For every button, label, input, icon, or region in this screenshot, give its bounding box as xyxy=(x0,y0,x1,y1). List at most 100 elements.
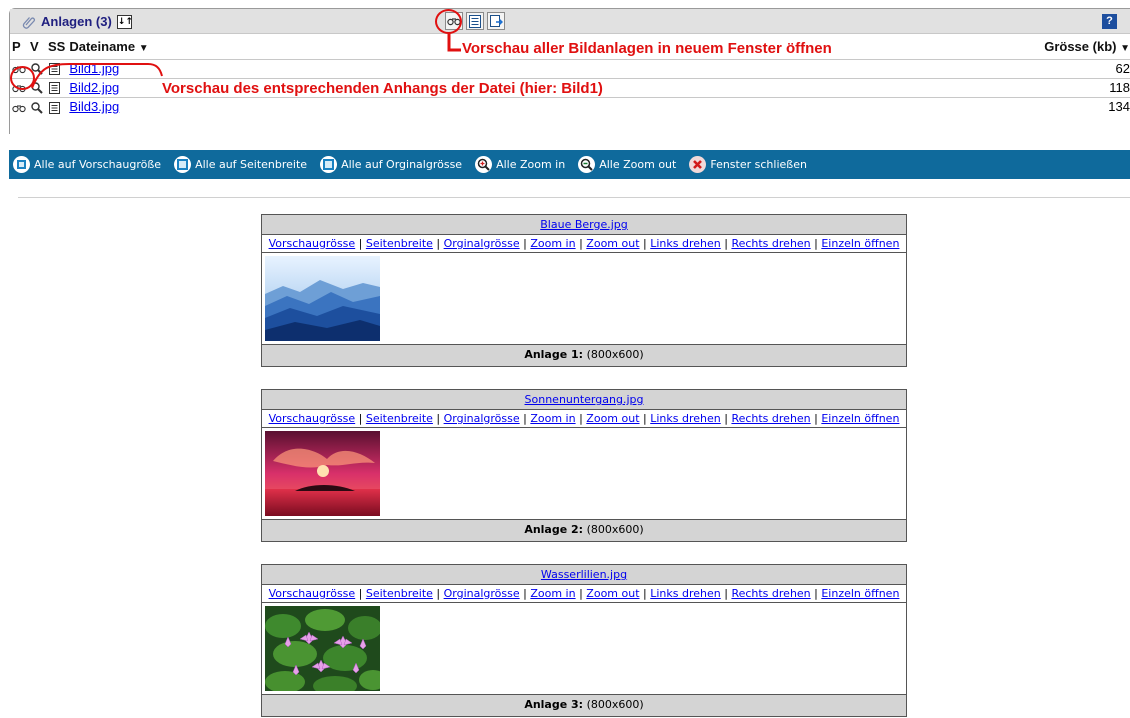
action-preview-size-link[interactable]: Vorschaugrösse xyxy=(269,412,356,425)
card-title-link[interactable]: Blaue Berge.jpg xyxy=(540,218,628,231)
list-view-button[interactable] xyxy=(466,12,484,30)
attachments-title: Anlagen (3) ↓↑ xyxy=(22,14,133,29)
action-open-single-link[interactable]: Einzeln öffnen xyxy=(821,412,899,425)
zoom-out-icon xyxy=(578,156,596,173)
preview-toolbar: Alle auf Vorschaugröße Alle auf Seitenbr… xyxy=(9,150,1130,179)
action-page-width-link[interactable]: Seitenbreite xyxy=(366,237,433,250)
annotation-connector xyxy=(447,32,461,52)
card-title: Sonnenuntergang.jpg xyxy=(262,390,906,410)
magnifier-icon[interactable] xyxy=(30,101,44,115)
card-footer-dims: (800x600) xyxy=(586,348,644,361)
card-footer-label: Anlage 3: xyxy=(524,698,584,711)
paperclip-icon xyxy=(22,16,36,29)
card-title: Blaue Berge.jpg xyxy=(262,215,906,235)
row-size-cell: 118 xyxy=(582,77,1130,97)
toolbar-label: Alle auf Vorschaugröße xyxy=(34,158,162,171)
card-title-link[interactable]: Sonnenuntergang.jpg xyxy=(525,393,644,406)
card-footer: Anlage 2: (800x600) xyxy=(262,520,906,541)
action-original-size-link[interactable]: Orginalgrösse xyxy=(444,412,520,425)
action-rotate-right-link[interactable]: Rechts drehen xyxy=(731,412,810,425)
table-row: Bild1.jpg 62 xyxy=(10,58,1130,78)
action-rotate-left-link[interactable]: Links drehen xyxy=(650,412,721,425)
highlight-circle xyxy=(435,9,462,34)
card-footer-dims: (800x600) xyxy=(586,523,644,536)
action-open-single-link[interactable]: Einzeln öffnen xyxy=(821,237,899,250)
action-rotate-right-link[interactable]: Rechts drehen xyxy=(731,237,810,250)
action-preview-size-link[interactable]: Vorschaugrösse xyxy=(269,587,356,600)
card-actions: Vorschaugrösse | Seitenbreite | Orginalg… xyxy=(262,410,906,428)
filename-header-label: Dateiname xyxy=(69,38,136,54)
action-page-width-link[interactable]: Seitenbreite xyxy=(366,587,433,600)
toolbar-label: Alle Zoom in xyxy=(496,158,566,171)
card-title-link[interactable]: Wasserlilien.jpg xyxy=(541,568,627,581)
help-button[interactable]: ? xyxy=(1102,14,1117,29)
action-zoom-in-link[interactable]: Zoom in xyxy=(530,587,575,600)
annotation-preview-all: Vorschau aller Bildanlagen in neuem Fens… xyxy=(462,40,832,57)
page-width-icon xyxy=(174,156,192,173)
row-size-cell: 134 xyxy=(582,96,1130,116)
col-preview-header[interactable]: P xyxy=(10,34,28,59)
original-size-icon xyxy=(320,156,338,173)
card-actions: Vorschaugrösse | Seitenbreite | Orginalg… xyxy=(262,235,906,253)
preview-size-icon xyxy=(13,156,30,173)
card-footer: Anlage 3: (800x600) xyxy=(262,695,906,716)
action-zoom-out-link[interactable]: Zoom out xyxy=(586,587,639,600)
action-page-width-link[interactable]: Seitenbreite xyxy=(366,412,433,425)
action-zoom-in-link[interactable]: Zoom in xyxy=(530,412,575,425)
size-header-label: Grösse (kb) xyxy=(1044,38,1117,54)
col-view-header[interactable]: V xyxy=(28,34,46,59)
preview-card: Wasserlilien.jpg Vorschaugrösse | Seiten… xyxy=(261,564,907,717)
action-zoom-in-link[interactable]: Zoom in xyxy=(530,237,575,250)
list-view-icon xyxy=(469,14,481,28)
col-ss-header[interactable]: SS xyxy=(46,34,67,59)
table-row: Bild3.jpg 134 xyxy=(10,96,1130,116)
attachments-panel: Anlagen (3) ↓↑ ? P V SS Dateiname ▼ Grös… xyxy=(9,8,1130,134)
row-preview-cell[interactable] xyxy=(10,96,28,116)
all-page-width-button[interactable]: Alle auf Seitenbreite xyxy=(174,156,307,173)
document-icon[interactable] xyxy=(48,101,62,115)
attachments-title-text[interactable]: Anlagen (3) xyxy=(41,14,112,29)
card-image-area xyxy=(262,428,906,520)
blue-mountains-image[interactable] xyxy=(265,256,380,341)
action-zoom-out-link[interactable]: Zoom out xyxy=(586,237,639,250)
action-rotate-left-link[interactable]: Links drehen xyxy=(650,237,721,250)
divider xyxy=(18,197,1130,198)
row-view-cell[interactable] xyxy=(28,96,46,116)
all-zoom-in-button[interactable]: Alle Zoom in xyxy=(475,156,565,173)
card-image-area xyxy=(262,603,906,695)
toolbar-label: Alle Zoom out xyxy=(599,158,677,171)
preview-card: Sonnenuntergang.jpg Vorschaugrösse | Sei… xyxy=(261,389,907,542)
export-icon xyxy=(489,14,503,27)
binoculars-icon[interactable] xyxy=(12,101,26,115)
all-original-size-button[interactable]: Alle auf Orginalgrösse xyxy=(320,156,462,173)
action-original-size-link[interactable]: Orginalgrösse xyxy=(444,237,520,250)
action-rotate-right-link[interactable]: Rechts drehen xyxy=(731,587,810,600)
all-zoom-out-button[interactable]: Alle Zoom out xyxy=(578,156,676,173)
action-rotate-left-link[interactable]: Links drehen xyxy=(650,587,721,600)
annotation-preview-single: Vorschau des entsprechenden Anhangs der … xyxy=(162,80,603,97)
close-window-icon xyxy=(689,156,707,173)
sort-toggle-icon[interactable]: ↓↑ xyxy=(116,14,133,29)
file-link[interactable]: Bild3.jpg xyxy=(69,99,119,114)
action-preview-size-link[interactable]: Vorschaugrösse xyxy=(269,237,356,250)
export-button[interactable] xyxy=(487,12,505,30)
all-preview-size-button[interactable]: Alle auf Vorschaugröße xyxy=(13,156,161,173)
water-lilies-image[interactable] xyxy=(265,606,380,691)
action-open-single-link[interactable]: Einzeln öffnen xyxy=(821,587,899,600)
sort-down-icon: ▼ xyxy=(1120,42,1130,54)
action-zoom-out-link[interactable]: Zoom out xyxy=(586,412,639,425)
action-original-size-link[interactable]: Orginalgrösse xyxy=(444,587,520,600)
annotation-connector xyxy=(31,63,163,89)
row-filename-cell: Bild3.jpg xyxy=(67,96,583,116)
sunset-image[interactable] xyxy=(265,431,380,516)
row-ss-cell[interactable] xyxy=(46,96,68,116)
attachments-header: Anlagen (3) ↓↑ ? xyxy=(10,9,1130,34)
preview-card: Blaue Berge.jpg Vorschaugrösse | Seitenb… xyxy=(261,214,907,367)
toolbar-label: Fenster schließen xyxy=(710,158,807,171)
card-footer-dims: (800x600) xyxy=(586,698,644,711)
card-footer-label: Anlage 1: xyxy=(524,348,584,361)
card-footer-label: Anlage 2: xyxy=(524,523,584,536)
close-window-button[interactable]: Fenster schließen xyxy=(689,156,807,173)
row-size-cell: 62 xyxy=(582,58,1130,78)
toolbar-label: Alle auf Orginalgrösse xyxy=(341,158,463,171)
